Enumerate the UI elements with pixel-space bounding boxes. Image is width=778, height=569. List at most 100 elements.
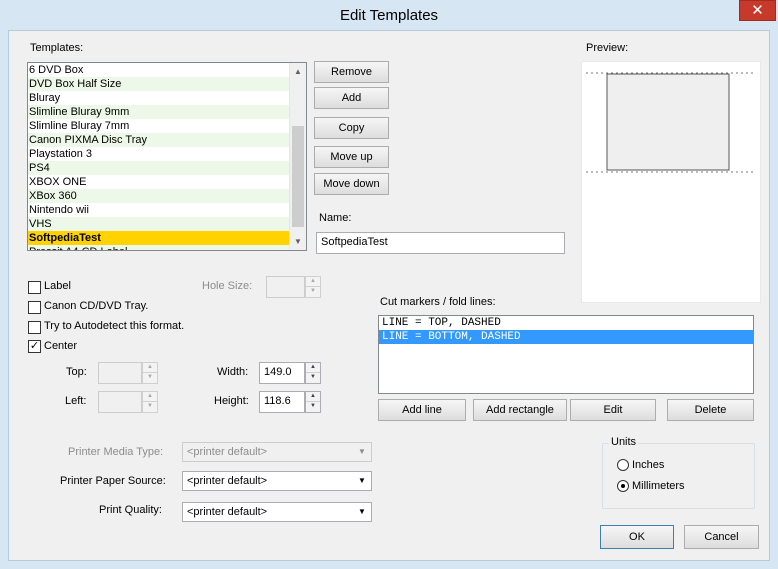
template-list-item[interactable]: SoftpediaTest — [28, 231, 306, 245]
copy-button[interactable]: Copy — [314, 117, 389, 139]
spin-up-icon: ▲ — [143, 363, 157, 373]
chevron-down-icon: ▼ — [358, 447, 366, 456]
spin-up-icon: ▲ — [306, 277, 320, 287]
print-quality-select[interactable]: <printer default> ▼ — [182, 502, 372, 522]
printer-media-type-select: <printer default> ▼ — [182, 442, 372, 462]
template-list-item[interactable]: Pressit A4 CD Label — [28, 245, 306, 250]
add-button[interactable]: Add — [314, 87, 389, 109]
scroll-thumb[interactable] — [292, 126, 304, 227]
spin-down-icon[interactable]: ▼ — [306, 373, 320, 383]
millimeters-label: Millimeters — [632, 480, 685, 492]
templates-items: 6 DVD Box DVD Box Half Size Bluray Slimline… — [28, 63, 306, 250]
center-checkbox[interactable]: ✓ — [28, 340, 41, 353]
add-line-button[interactable]: Add line — [378, 399, 466, 421]
cut-marker-item[interactable]: LINE = TOP, DASHED — [379, 316, 753, 330]
autodetect-checkbox[interactable] — [28, 321, 41, 334]
template-list-item[interactable]: XBox 360 — [28, 189, 306, 203]
templates-scrollbar[interactable]: ▲ ▼ — [289, 63, 306, 250]
width-label: Width: — [217, 366, 249, 378]
print-quality-value: <printer default> — [187, 506, 268, 518]
template-list-item[interactable]: XBOX ONE — [28, 175, 306, 189]
preview-canvas — [586, 72, 756, 173]
hole-size-input — [266, 276, 305, 298]
template-list-item[interactable]: PS4 — [28, 161, 306, 175]
printer-paper-source-value: <printer default> — [187, 475, 268, 487]
spin-up-icon: ▲ — [143, 392, 157, 402]
template-list-item[interactable]: Nintendo wii — [28, 203, 306, 217]
close-button[interactable]: ✕ — [739, 0, 776, 21]
spin-down-icon: ▼ — [310, 288, 316, 294]
label-option-label: Label — [44, 280, 71, 292]
spin-down-icon[interactable]: ▼ — [306, 402, 320, 412]
inches-label: Inches — [632, 459, 665, 471]
printer-media-type-value: <printer default> — [187, 446, 268, 458]
delete-button[interactable]: Delete — [667, 399, 754, 421]
templates-list[interactable]: 6 DVD Box DVD Box Half Size Bluray Slimline… — [27, 62, 307, 251]
add-rectangle-button[interactable]: Add rectangle — [473, 399, 567, 421]
units-legend: Units — [609, 436, 639, 448]
label-checkbox[interactable] — [28, 281, 41, 294]
center-label: Center — [44, 340, 78, 352]
millimeters-radio[interactable] — [617, 480, 629, 492]
check-icon: ✓ — [29, 340, 40, 352]
spin-up-icon[interactable]: ▲ — [306, 392, 320, 402]
edit-button[interactable]: Edit — [570, 399, 656, 421]
move-down-button[interactable]: Move down — [314, 173, 389, 195]
canon-tray-label: Canon CD/DVD Tray. — [44, 300, 149, 312]
printer-paper-source-label: Printer Paper Source: — [60, 475, 166, 487]
name-input[interactable]: SoftpediaTest — [316, 232, 565, 254]
left-spinner: ▲ ▼ — [142, 391, 158, 413]
spin-down-icon: ▼ — [147, 403, 153, 409]
template-shape — [606, 73, 730, 171]
top-input — [98, 362, 142, 384]
templates-label: Templates: — [30, 42, 84, 54]
template-list-item[interactable]: Canon PIXMA Disc Tray — [28, 133, 306, 147]
height-input[interactable]: 118.6 — [259, 391, 305, 413]
top-label: Top: — [66, 366, 87, 378]
template-list-item[interactable]: VHS — [28, 217, 306, 231]
cut-markers-items: LINE = TOP, DASHED LINE = BOTTOM, DASHED — [379, 316, 753, 344]
canon-tray-checkbox[interactable] — [28, 301, 41, 314]
edit-templates-window: Edit Templates ✕ Templates: 6 DVD Box DVD… — [0, 0, 778, 569]
move-up-button[interactable]: Move up — [314, 146, 389, 168]
scroll-up-icon[interactable]: ▲ — [290, 63, 306, 80]
printer-media-type-label: Printer Media Type: — [68, 446, 164, 458]
width-spinner[interactable]: ▲ ▼ — [305, 362, 321, 384]
left-label: Left: — [65, 395, 87, 407]
cancel-button[interactable]: Cancel — [684, 525, 759, 549]
left-input — [98, 391, 142, 413]
template-list-item[interactable]: DVD Box Half Size — [28, 77, 306, 91]
hole-size-label: Hole Size: — [202, 280, 253, 292]
printer-paper-source-select[interactable]: <printer default> ▼ — [182, 471, 372, 491]
close-icon: ✕ — [751, 2, 764, 19]
units-group: Units Inches Millimeters — [602, 436, 755, 509]
preview-pane — [581, 61, 761, 303]
spin-up-icon[interactable]: ▲ — [306, 363, 320, 373]
template-list-item[interactable]: Bluray — [28, 91, 306, 105]
ok-button[interactable]: OK — [600, 525, 674, 549]
window-title: Edit Templates — [339, 7, 439, 24]
template-list-item[interactable]: Playstation 3 — [28, 147, 306, 161]
preview-label: Preview: — [586, 42, 629, 54]
template-list-item[interactable]: Slimline Bluray 7mm — [28, 119, 306, 133]
scroll-down-icon[interactable]: ▼ — [290, 233, 306, 250]
title-bar: Edit Templates ✕ — [0, 0, 778, 30]
remove-button[interactable]: Remove — [314, 61, 389, 83]
spin-down-icon: ▼ — [147, 374, 153, 380]
width-input[interactable]: 149.0 — [259, 362, 305, 384]
cut-marker-item[interactable]: LINE = BOTTOM, DASHED — [379, 330, 753, 344]
chevron-down-icon[interactable]: ▼ — [354, 473, 370, 489]
name-label: Name: — [319, 212, 352, 224]
height-label: Height: — [214, 395, 249, 407]
cut-markers-label: Cut markers / fold lines: — [380, 296, 496, 308]
inches-radio[interactable] — [617, 459, 629, 471]
template-list-item[interactable]: Slimline Bluray 9mm — [28, 105, 306, 119]
hole-size-spinner: ▲ ▼ — [305, 276, 321, 298]
top-spinner: ▲ ▼ — [142, 362, 158, 384]
height-spinner[interactable]: ▲ ▼ — [305, 391, 321, 413]
cut-markers-list[interactable]: LINE = TOP, DASHED LINE = BOTTOM, DASHED — [378, 315, 754, 394]
chevron-down-icon[interactable]: ▼ — [354, 504, 370, 520]
template-list-item[interactable]: 6 DVD Box — [28, 63, 306, 77]
autodetect-label: Try to Autodetect this format. — [44, 320, 185, 332]
dialog-client-area: Templates: 6 DVD Box DVD Box Half Size Blu… — [8, 30, 770, 561]
